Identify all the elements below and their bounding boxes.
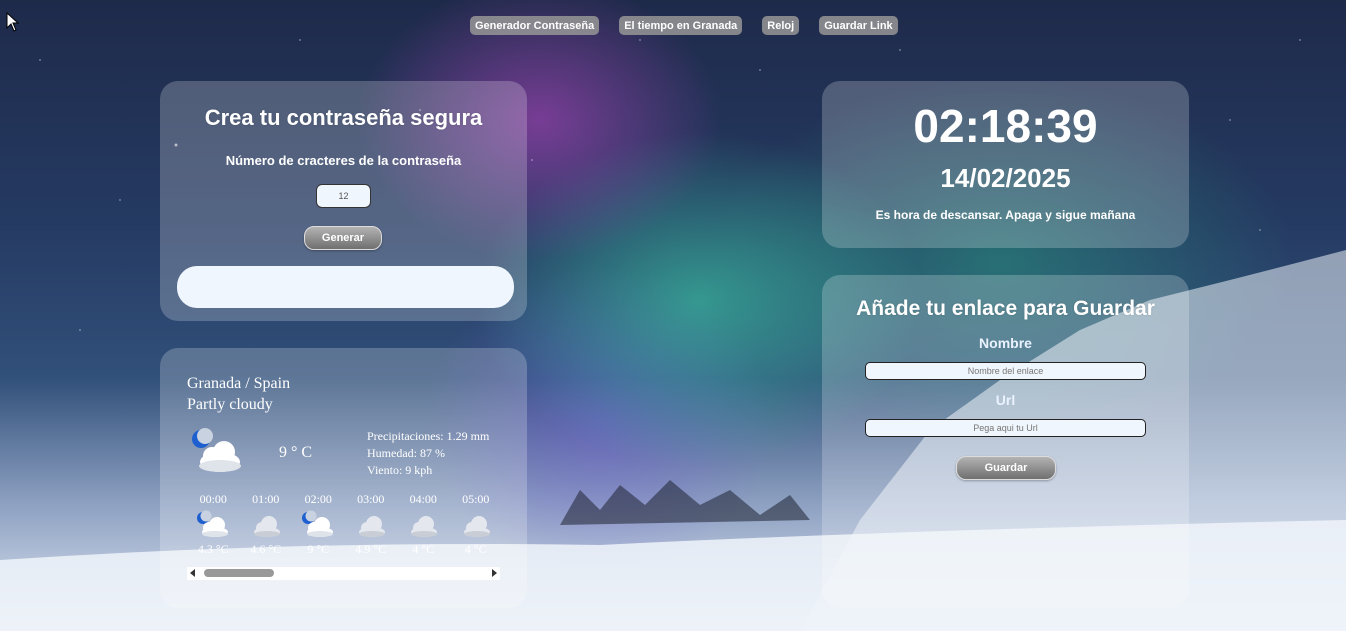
weather-precipitation: Precipitaciones: 1.29 mm bbox=[367, 429, 490, 443]
link-name-label: Nombre bbox=[979, 335, 1032, 351]
hour-temp: 4 °C bbox=[412, 542, 435, 556]
scrollbar-thumb[interactable] bbox=[204, 569, 274, 577]
password-length-label: Número de cracteres de la contraseña bbox=[225, 153, 462, 168]
cloud-icon bbox=[358, 516, 385, 537]
hourly-item: 00:00 4.3 °C bbox=[187, 492, 240, 566]
hour-temp: 9 °C bbox=[307, 542, 330, 556]
mouse-cursor-icon bbox=[6, 12, 20, 32]
hour-temp: 4.9 °C bbox=[355, 542, 387, 556]
nav-weather-granada[interactable]: El tiempo en Granada bbox=[619, 16, 743, 35]
hourly-item: 05:00 4 °C bbox=[450, 492, 501, 566]
password-output-field[interactable] bbox=[177, 266, 514, 308]
hour-time: 00:00 bbox=[199, 492, 227, 506]
weather-wind: Viento: 9 kph bbox=[367, 463, 433, 477]
hour-time: 04:00 bbox=[409, 492, 437, 506]
hourly-item: 02:00 9 °C bbox=[292, 492, 345, 566]
top-nav: Generador Contraseña El tiempo en Granad… bbox=[470, 16, 898, 35]
weather-details: Precipitaciones: 1.29 mm Humedad: 87 % V… bbox=[367, 428, 489, 479]
clock-date: 14/02/2025 bbox=[940, 163, 1071, 193]
hour-time: 03:00 bbox=[357, 492, 385, 506]
moon-cloud-icon bbox=[302, 510, 334, 537]
hour-temp: 4.6 °C bbox=[250, 542, 282, 556]
link-name-input[interactable] bbox=[865, 362, 1146, 380]
link-url-label: Url bbox=[995, 392, 1016, 408]
generate-button[interactable]: Generar bbox=[304, 226, 382, 250]
save-link-title: Añade tu enlace para Guardar bbox=[856, 297, 1155, 320]
hourly-item: 03:00 4.9 °C bbox=[345, 492, 398, 566]
hour-temp: 4 °C bbox=[464, 542, 487, 556]
save-link-card: Añade tu enlace para Guardar Nombre Url … bbox=[822, 275, 1189, 608]
moon-cloud-icon bbox=[192, 428, 241, 472]
hour-time: 02:00 bbox=[304, 492, 332, 506]
nav-clock[interactable]: Reloj bbox=[762, 16, 800, 35]
clock-time: 02:18:39 bbox=[913, 100, 1098, 152]
weather-temperature: 9 ° C bbox=[279, 444, 313, 461]
weather-humidity: Humedad: 87 % bbox=[367, 446, 445, 460]
hour-time: 05:00 bbox=[462, 492, 490, 506]
nav-save-link[interactable]: Guardar Link bbox=[819, 16, 898, 35]
hourly-forecast[interactable]: 00:00 4.3 °C 01:00 4.6 °C 02:00 9 °C 03:… bbox=[187, 492, 500, 566]
password-length-input[interactable] bbox=[316, 184, 371, 208]
hourly-item: 01:00 4.6 °C bbox=[240, 492, 293, 566]
password-title: Crea tu contraseña segura bbox=[204, 105, 483, 130]
clock-message: Es hora de descansar. Apaga y sigue maña… bbox=[875, 208, 1136, 222]
password-generator-card: Crea tu contraseña segura Número de crac… bbox=[160, 81, 527, 321]
weather-location: Granada / Spain bbox=[187, 375, 291, 392]
hourly-scrollbar[interactable] bbox=[187, 567, 500, 580]
weather-condition: Partly cloudy bbox=[187, 396, 273, 413]
save-link-button[interactable]: Guardar bbox=[956, 456, 1056, 480]
hourly-item: 04:00 4 °C bbox=[397, 492, 450, 566]
hour-temp: 4.3 °C bbox=[197, 542, 229, 556]
cloud-icon bbox=[411, 516, 438, 537]
cloud-icon bbox=[253, 516, 280, 537]
clock-card: 02:18:39 14/02/2025 Es hora de descansar… bbox=[822, 81, 1189, 248]
link-url-input[interactable] bbox=[865, 419, 1146, 437]
scroll-left-arrow-icon[interactable] bbox=[190, 569, 195, 577]
scroll-right-arrow-icon[interactable] bbox=[492, 569, 497, 577]
moon-cloud-icon bbox=[197, 510, 229, 537]
hour-time: 01:00 bbox=[252, 492, 280, 506]
weather-card: Granada / Spain Partly cloudy 9 ° C Prec… bbox=[160, 348, 527, 608]
cloud-icon bbox=[463, 516, 490, 537]
nav-password-generator[interactable]: Generador Contraseña bbox=[470, 16, 600, 35]
